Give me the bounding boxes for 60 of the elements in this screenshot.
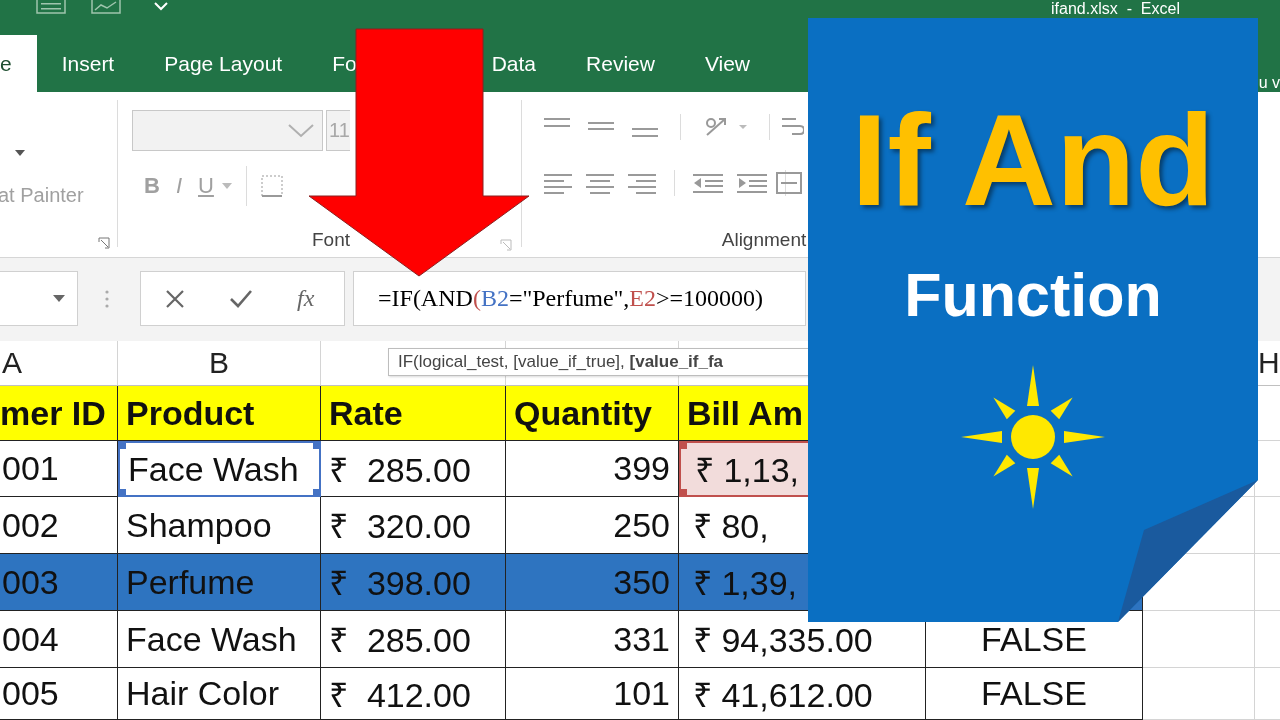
ribbon-tab[interactable]: Data [489,35,562,92]
table-cell: 003 [0,554,118,611]
table-cell: Face Wash [118,441,321,497]
table-cell: ₹ 398.00 [321,554,506,611]
table-cell: Face Wash [118,611,321,668]
ribbon-tab[interactable]: Insert [36,35,140,92]
formula-field[interactable]: =IF(AND(B2="Perfume",E2>=100000) [353,271,806,326]
table-cell: ₹ 285.00 [321,611,506,668]
header-cell: Rate [321,386,506,441]
ribbon-tab[interactable]: Fo [307,35,357,92]
align-center-icon[interactable] [586,172,614,194]
group-label: Alignment [720,229,808,251]
border-icon[interactable] [260,175,283,197]
table-cell: 350 [506,554,679,611]
launcher-icon[interactable] [500,239,512,251]
ribbon-tab[interactable]: Review [561,35,680,92]
table-cell: ₹ 285.00 [321,441,506,497]
card-subtitle: Function [904,260,1162,330]
chevron-down-icon [288,123,314,138]
name-box[interactable] [0,271,78,326]
merge-icon[interactable] [776,172,802,194]
table-cell: 001 [0,441,118,497]
cancel-icon[interactable] [165,288,185,309]
table-cell: 101 [506,668,679,720]
check-icon[interactable] [229,288,253,309]
table-cell: Hair Color [118,668,321,720]
tell-me-text[interactable]: u v [1258,74,1280,92]
ribbon-tab[interactable]: View [679,35,776,92]
chart-icon[interactable] [91,0,121,14]
column-header[interactable]: A [0,341,118,386]
ribbon-tab[interactable]: Page Layout [139,35,308,92]
table-cell: 004 [0,611,118,668]
table-cell: ₹ 41,612.00 [679,668,926,720]
caret-icon[interactable] [15,150,25,156]
table-cell: ₹ 412.00 [321,668,506,720]
orientation-icon[interactable] [703,115,747,139]
align-right-icon[interactable] [628,172,656,194]
table-cell: 399 [506,441,679,497]
list-icon[interactable] [36,0,66,14]
table-cell: 005 [0,668,118,720]
table-cell: FALSE [926,668,1143,720]
group-label: Font [312,229,350,251]
header-cell: Product [118,386,321,441]
chevron-down-icon[interactable] [153,0,169,12]
launcher-icon[interactable] [98,237,110,249]
ribbon-tab[interactable]: e [0,35,37,92]
column-header[interactable]: B [118,341,321,386]
insert-function-button[interactable]: fx [297,285,315,312]
increase-indent-icon[interactable] [737,172,767,194]
caret-icon [53,295,65,302]
header-cell: Quantity [506,386,679,441]
align-left-icon[interactable] [544,172,572,194]
decrease-indent-icon[interactable] [693,172,723,194]
drag-handle-icon[interactable] [105,289,109,308]
font-name-field[interactable] [132,110,323,151]
table-cell: 331 [506,611,679,668]
table-cell: Perfume [118,554,321,611]
window-title: ifand.xlsx - Excel [1051,0,1180,17]
card-title: If And [851,88,1215,233]
header-cell: mer ID [0,386,118,441]
